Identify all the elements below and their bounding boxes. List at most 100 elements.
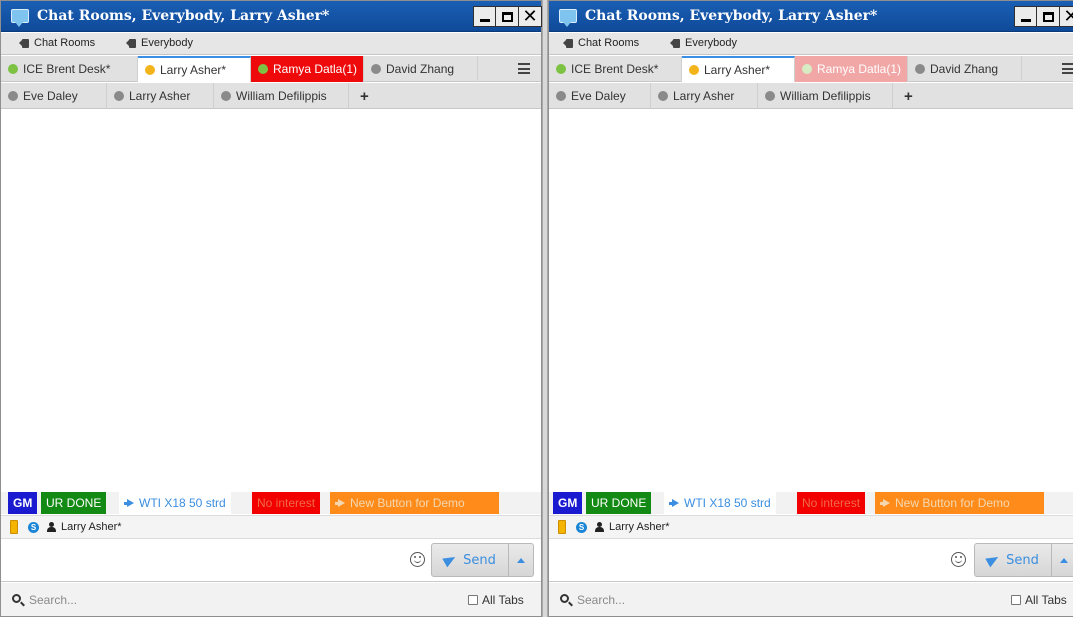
participant-name: Larry Asher* bbox=[61, 521, 122, 533]
close-button[interactable]: ✕ bbox=[1060, 6, 1073, 27]
tab-eve-daley[interactable]: Eve Daley bbox=[1, 83, 107, 109]
message-composer: Send bbox=[1, 540, 541, 582]
send-label: Send bbox=[463, 552, 496, 568]
tab-david-zhang[interactable]: David Zhang bbox=[364, 56, 478, 82]
conversation-tab-row-1: ICE Brent Desk* Larry Asher* Ramya Datla… bbox=[1, 56, 541, 82]
message-history[interactable] bbox=[549, 110, 1073, 492]
phone-icon[interactable] bbox=[558, 520, 566, 534]
screen: Chat Rooms, Everybody, Larry Asher* ✕ Ch… bbox=[0, 0, 1073, 617]
close-icon: ✕ bbox=[522, 5, 538, 27]
quick-button-wti[interactable]: WTI X18 50 strd bbox=[664, 492, 776, 514]
add-tab-button[interactable]: + bbox=[904, 83, 913, 109]
maximize-icon bbox=[1042, 11, 1054, 22]
tab-larry-asher[interactable]: Larry Asher bbox=[651, 83, 758, 109]
close-icon: ✕ bbox=[1063, 5, 1073, 27]
message-composer: Send bbox=[549, 540, 1073, 582]
app-icon bbox=[11, 9, 29, 27]
conversation-tab-row-2: Eve Daley Larry Asher William Defilippis… bbox=[549, 83, 1073, 109]
window-controls: ✕ bbox=[473, 6, 542, 27]
tab-eve-daley[interactable]: Eve Daley bbox=[549, 83, 651, 109]
send-options-button[interactable] bbox=[509, 543, 534, 577]
tab-william-defilippis[interactable]: William Defilippis bbox=[214, 83, 349, 109]
tab-ice-brent-desk[interactable]: ICE Brent Desk* bbox=[549, 56, 682, 82]
tab-label: Eve Daley bbox=[571, 89, 626, 103]
emoji-icon[interactable] bbox=[410, 552, 425, 567]
window-title: Chat Rooms, Everybody, Larry Asher* bbox=[585, 8, 878, 24]
tab-ramya-datla-alert[interactable]: Ramya Datla(1) bbox=[251, 56, 364, 82]
all-tabs-checkbox[interactable]: All Tabs bbox=[1011, 593, 1067, 607]
send-label: Send bbox=[1006, 552, 1039, 568]
checkbox-icon[interactable] bbox=[468, 595, 478, 605]
search-icon bbox=[560, 594, 569, 603]
tab-larry-asher-active[interactable]: Larry Asher* bbox=[682, 56, 795, 82]
maximize-button[interactable] bbox=[496, 6, 519, 27]
minimize-button[interactable] bbox=[473, 6, 496, 27]
quick-button-new-button-for-demo[interactable]: New Button for Demo bbox=[875, 492, 1044, 514]
checkbox-icon[interactable] bbox=[1011, 595, 1021, 605]
skype-icon[interactable]: S bbox=[28, 521, 39, 533]
search-input[interactable] bbox=[29, 590, 329, 610]
status-dot-icon bbox=[765, 91, 775, 101]
megaphone-icon bbox=[335, 499, 345, 508]
add-tab-button[interactable]: + bbox=[360, 83, 369, 109]
window-controls: ✕ bbox=[1014, 6, 1073, 27]
tab-david-zhang[interactable]: David Zhang bbox=[908, 56, 1022, 82]
person-icon bbox=[47, 522, 56, 532]
message-input[interactable] bbox=[1, 540, 401, 580]
hamburger-menu-icon[interactable] bbox=[518, 63, 530, 74]
status-dot-icon bbox=[802, 64, 812, 74]
quick-button-new-button-for-demo[interactable]: New Button for Demo bbox=[330, 492, 499, 514]
room-tab-chat-rooms[interactable]: Chat Rooms bbox=[19, 37, 95, 49]
hamburger-menu-icon[interactable] bbox=[1062, 63, 1073, 74]
room-tab-everybody[interactable]: Everybody bbox=[670, 37, 737, 49]
maximize-button[interactable] bbox=[1037, 6, 1060, 27]
message-history[interactable] bbox=[1, 110, 541, 492]
quick-button-no-interest[interactable]: No interest bbox=[797, 492, 866, 514]
emoji-icon[interactable] bbox=[951, 552, 966, 567]
status-dot-icon bbox=[658, 91, 668, 101]
room-tab-chat-rooms[interactable]: Chat Rooms bbox=[563, 37, 639, 49]
send-button[interactable]: Send bbox=[431, 543, 509, 577]
tab-label: William Defilippis bbox=[780, 89, 871, 103]
quick-button-gm[interactable]: GM bbox=[553, 492, 583, 514]
tab-william-defilippis[interactable]: William Defilippis bbox=[758, 83, 893, 109]
message-input[interactable] bbox=[549, 540, 949, 580]
tab-label: Larry Asher bbox=[673, 89, 735, 103]
quick-button-ur-done[interactable]: UR DONE bbox=[586, 492, 652, 514]
quick-button-no-interest[interactable]: No interest bbox=[252, 492, 321, 514]
tab-ramya-datla-alert[interactable]: Ramya Datla(1) bbox=[795, 56, 908, 82]
phone-icon[interactable] bbox=[10, 520, 18, 534]
minimize-icon bbox=[479, 19, 490, 22]
title-bar[interactable]: Chat Rooms, Everybody, Larry Asher* ✕ bbox=[549, 1, 1073, 32]
tab-label: ICE Brent Desk* bbox=[23, 62, 111, 76]
quick-button-gm[interactable]: GM bbox=[8, 492, 38, 514]
window-title: Chat Rooms, Everybody, Larry Asher* bbox=[37, 8, 330, 24]
tab-label: Ramya Datla(1) bbox=[273, 62, 358, 76]
room-tab-everybody[interactable]: Everybody bbox=[126, 37, 193, 49]
tab-label: David Zhang bbox=[930, 62, 999, 76]
status-dot-icon bbox=[221, 91, 231, 101]
quick-button-wti[interactable]: WTI X18 50 strd bbox=[119, 492, 231, 514]
search-input[interactable] bbox=[577, 590, 877, 610]
tag-icon bbox=[126, 38, 136, 48]
quick-button-ur-done[interactable]: UR DONE bbox=[41, 492, 107, 514]
skype-icon[interactable]: S bbox=[576, 521, 587, 533]
room-tab-label: Everybody bbox=[685, 37, 737, 49]
tab-ice-brent-desk[interactable]: ICE Brent Desk* bbox=[1, 56, 138, 82]
send-button[interactable]: Send bbox=[974, 543, 1052, 577]
close-button[interactable]: ✕ bbox=[519, 6, 542, 27]
caret-up-icon bbox=[1060, 557, 1068, 563]
tab-larry-asher[interactable]: Larry Asher bbox=[107, 83, 214, 109]
send-options-button[interactable] bbox=[1052, 543, 1073, 577]
status-dot-icon bbox=[689, 65, 699, 75]
tab-larry-asher-active[interactable]: Larry Asher* bbox=[138, 56, 251, 82]
search-icon bbox=[12, 594, 21, 603]
quick-button-label: WTI X18 50 strd bbox=[684, 496, 771, 510]
title-bar[interactable]: Chat Rooms, Everybody, Larry Asher* ✕ bbox=[1, 1, 542, 32]
chat-window-secondary: Chat Rooms, Everybody, Larry Asher* ✕ Ch… bbox=[548, 0, 1073, 617]
megaphone-icon bbox=[880, 499, 890, 508]
room-tab-label: Chat Rooms bbox=[34, 37, 96, 49]
minimize-button[interactable] bbox=[1014, 6, 1037, 27]
status-dot-icon bbox=[145, 65, 155, 75]
all-tabs-checkbox[interactable]: All Tabs bbox=[468, 593, 524, 607]
